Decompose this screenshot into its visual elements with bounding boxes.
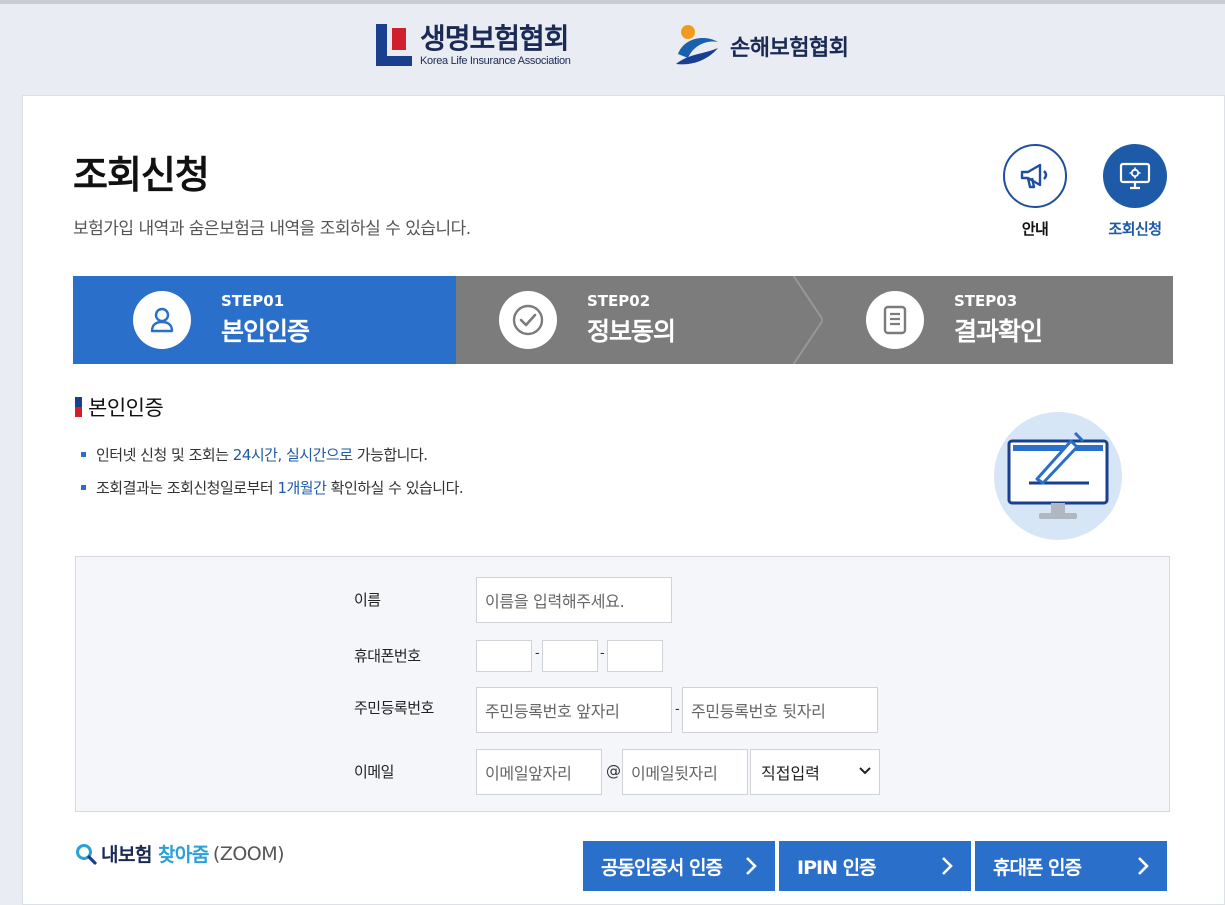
rrn-front-input[interactable]: 주민등록번호 앞자리: [476, 687, 672, 733]
ipin-auth-label: IPIN 인증: [797, 856, 877, 879]
computer-illustration-icon: [994, 412, 1122, 540]
email-back-input[interactable]: 이메일뒷자리: [622, 749, 748, 795]
step-progress-bar: STEP01 본인인증 STEP02 정보동의 STEP03 결과확인: [73, 276, 1173, 364]
check-circle-icon: [499, 291, 557, 349]
quick-link-request-label: 조회신청: [1108, 220, 1162, 238]
section-flag-icon: [75, 397, 82, 417]
search-icon: [76, 843, 97, 865]
chevron-right-icon: [942, 857, 953, 875]
step-2-number: STEP02: [587, 292, 651, 310]
ipin-auth-button[interactable]: IPIN 인증: [779, 841, 971, 891]
step-separator: [792, 276, 823, 364]
phone-auth-label: 휴대폰 인증: [993, 856, 1082, 879]
chevron-right-icon: [1138, 857, 1149, 875]
step-3: STEP03 결과확인: [866, 276, 1043, 364]
life-insurance-association-logo[interactable]: 생명보험협회 Korea Life Insurance Association: [376, 24, 571, 68]
step-3-name: 결과확인: [954, 317, 1043, 346]
phone-part2-input[interactable]: [542, 640, 598, 672]
person-icon: [133, 291, 191, 349]
quick-link-info-label: 안내: [1021, 220, 1049, 238]
phone-part1-input[interactable]: [476, 640, 532, 672]
life-association-name: 생명보험협회: [420, 22, 570, 55]
phone-label: 휴대폰번호: [354, 647, 421, 665]
zoom-text-1: 내보험: [101, 844, 152, 866]
rrn-label: 주민등록번호: [354, 699, 434, 717]
chevron-right-icon: [746, 857, 757, 875]
notice-item-2: 조회결과는 조회신청일로부터 1개월간 확인하실 수 있습니다.: [81, 477, 464, 498]
step-1-name: 본인인증: [221, 317, 310, 346]
zoom-service-link[interactable]: 내보험 찾아줌 (ZOOM): [75, 840, 285, 867]
name-label: 이름: [354, 591, 381, 609]
certificate-auth-label: 공동인증서 인증: [601, 856, 723, 879]
zoom-text-2: 찾아줌: [157, 844, 209, 866]
email-front-input[interactable]: 이메일앞자리: [476, 749, 602, 795]
section-title: 본인인증: [75, 392, 164, 422]
email-domain-selected: 직접입력: [761, 764, 820, 783]
zoom-text-3: (ZOOM): [212, 842, 285, 865]
megaphone-icon: [1003, 144, 1067, 208]
step-1: STEP01 본인인증: [133, 276, 310, 364]
identity-form: 이름 이름을 입력해주세요. 휴대폰번호 - - 주민등록번호 주민등록번호 앞…: [75, 556, 1170, 812]
phone-part3-input[interactable]: [607, 640, 663, 672]
step-1-number: STEP01: [221, 292, 285, 310]
notice-item-1: 인터넷 신청 및 조회는 24시간, 실시간으로 가능합니다.: [81, 444, 463, 465]
email-domain-select[interactable]: 직접입력: [750, 749, 880, 795]
general-association-name: 손해보험협회: [730, 36, 849, 61]
rrn-dash: -: [675, 702, 680, 717]
life-association-english-name: Korea Life Insurance Association: [420, 55, 571, 67]
step-3-number: STEP03: [954, 292, 1018, 310]
phone-dash-2: -: [600, 646, 605, 661]
phone-auth-button[interactable]: 휴대폰 인증: [975, 841, 1167, 891]
page-description: 보험가입 내역과 숨은보험금 내역을 조회하실 수 있습니다.: [73, 219, 471, 239]
chevron-down-icon: [859, 767, 871, 775]
step-2: STEP02 정보동의: [499, 276, 676, 364]
general-insurance-association-logo[interactable]: 손해보험협회: [674, 24, 849, 68]
email-label: 이메일: [354, 763, 394, 781]
main-card: 조회신청 보험가입 내역과 숨은보험금 내역을 조회하실 수 있습니다. 안내 …: [22, 95, 1225, 905]
document-icon: [866, 291, 924, 349]
step-2-name: 정보동의: [587, 317, 676, 346]
page-title: 조회신청: [73, 153, 210, 197]
name-input[interactable]: 이름을 입력해주세요.: [476, 577, 672, 623]
certificate-auth-button[interactable]: 공동인증서 인증: [583, 841, 775, 891]
section-title-text: 본인인증: [88, 396, 164, 420]
quick-link-info[interactable]: 안내: [1003, 144, 1067, 239]
monitor-gear-icon: [1103, 144, 1167, 208]
rrn-back-input[interactable]: 주민등록번호 뒷자리: [682, 687, 878, 733]
phone-dash-1: -: [535, 646, 540, 661]
general-association-mark-icon: [674, 24, 722, 68]
quick-link-request[interactable]: 조회신청: [1103, 144, 1167, 239]
life-association-mark-icon: [376, 24, 412, 66]
top-border: [0, 0, 1225, 4]
notice-list: 인터넷 신청 및 조회는 24시간, 실시간으로 가능합니다. 조회결과는 조회…: [81, 444, 464, 510]
email-at-sign: @: [606, 762, 621, 780]
